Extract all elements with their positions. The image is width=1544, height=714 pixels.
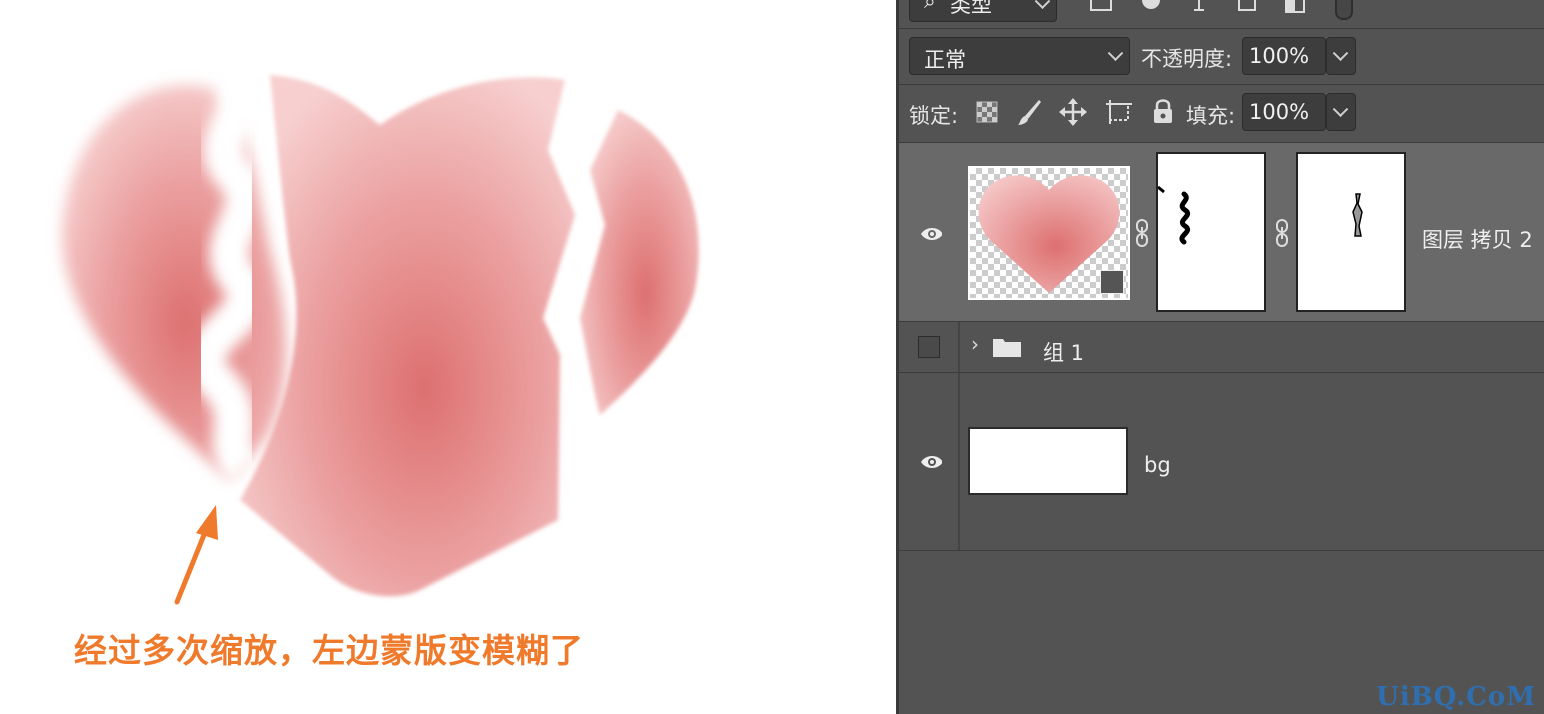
vector-mask-thumbnail[interactable] [1296, 152, 1406, 312]
layer-row[interactable]: bg [899, 373, 1544, 551]
fill-label: 填充: [1186, 104, 1236, 128]
fill-input[interactable]: 100% [1242, 93, 1326, 131]
eye-icon[interactable] [920, 454, 942, 468]
layer-row[interactable]: › 组 1 [899, 322, 1544, 373]
link-icon[interactable] [1274, 218, 1290, 248]
opacity-input[interactable]: 100% [1242, 37, 1326, 75]
opacity-slider-button[interactable] [1326, 37, 1356, 75]
filter-kind-label: 类型 [950, 0, 992, 17]
lock-transparent-pixels-icon[interactable] [976, 101, 998, 123]
filter-toggle[interactable] [1335, 0, 1353, 20]
smart-object-filter-icon[interactable] [1283, 0, 1309, 14]
smart-object-badge-icon [1100, 270, 1124, 294]
brush-icon[interactable] [1017, 98, 1043, 126]
type-filter-icon[interactable] [1187, 0, 1213, 14]
link-icon[interactable] [1134, 218, 1150, 248]
mask-crack-image [1352, 193, 1363, 237]
adjustment-filter-icon[interactable] [1139, 0, 1165, 14]
blend-mode-dropdown[interactable]: 正常 [909, 37, 1130, 75]
layer-name[interactable]: bg [1144, 453, 1171, 477]
layer-name[interactable]: 图层 拷贝 2 [1422, 224, 1533, 254]
chevron-right-icon[interactable]: › [971, 332, 979, 356]
eye-icon[interactable] [920, 226, 942, 240]
filter-row: ⌕ 类型 [899, 0, 1544, 29]
fill-slider-button[interactable] [1326, 93, 1356, 131]
folder-icon [993, 339, 1021, 357]
broken-heart-image [61, 65, 699, 605]
chevron-down-icon [1107, 45, 1124, 62]
visibility-toggle-empty[interactable] [918, 336, 940, 358]
layer-thumbnail[interactable] [968, 427, 1128, 495]
blend-row: 正常 不透明度: 100% [899, 28, 1544, 85]
arrow-head [196, 505, 218, 540]
caption-text: 经过多次缩放，左边蒙版变模糊了 [74, 631, 584, 670]
lock-all-icon[interactable] [1151, 97, 1175, 125]
move-icon[interactable] [1059, 98, 1087, 126]
search-icon: ⌕ [924, 0, 936, 13]
layers-panel: ⌕ 类型 正常 不透明度: 100% 锁定: 填充: 100% 图层 拷贝 2 … [896, 0, 1544, 714]
pixel-filter-icon[interactable] [1089, 0, 1115, 14]
layer-thumbnail[interactable] [968, 166, 1130, 300]
arrow-line [174, 527, 209, 605]
chevron-down-icon [1332, 45, 1349, 62]
lock-label: 锁定: [909, 104, 959, 128]
shape-filter-icon[interactable] [1235, 0, 1261, 14]
opacity-label: 不透明度: [1141, 47, 1233, 71]
layer-row[interactable]: 图层 拷贝 2 [899, 143, 1544, 322]
chevron-down-icon [1034, 0, 1051, 10]
document-canvas[interactable]: 经过多次缩放，左边蒙版变模糊了 [0, 0, 896, 714]
chevron-down-icon [1332, 101, 1349, 118]
blend-mode-value: 正常 [924, 48, 966, 72]
lock-row: 锁定: 填充: 100% [899, 84, 1544, 143]
layer-mask-thumbnail[interactable] [1156, 152, 1266, 312]
mask-zigzag-image [1157, 185, 1191, 245]
filter-kind-dropdown[interactable]: ⌕ 类型 [909, 0, 1057, 22]
artboard-lock-icon[interactable] [1104, 98, 1134, 126]
watermark: UiBQ.CoM [1376, 682, 1536, 712]
group-name[interactable]: 组 1 [1043, 337, 1084, 367]
